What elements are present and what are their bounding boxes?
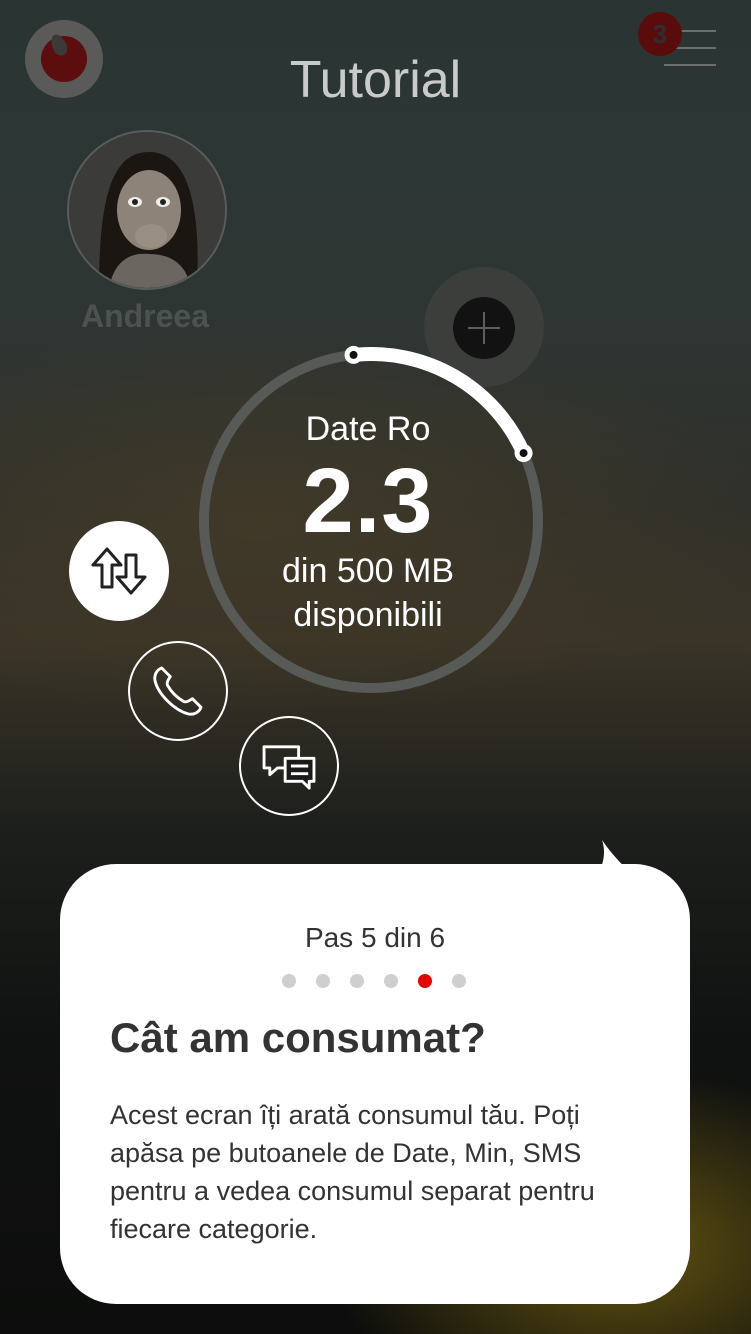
sms-button[interactable] [239,716,339,816]
tutorial-body: Acest ecran îți arată consumul tău. Poți… [110,1100,595,1244]
data-button[interactable] [69,521,169,621]
avatar[interactable] [67,130,227,290]
chat-bubbles-icon [262,745,316,790]
usage-readout: Date Ro 2.3 din 500 MB disponibili [195,405,541,637]
step-dot [418,974,432,988]
step-dots [282,974,472,990]
calls-button[interactable] [128,641,228,741]
gauge-arc-start-dot [349,350,358,359]
step-dot [282,974,296,988]
step-dot [384,974,398,988]
data-transfer-arrows-icon [91,547,147,595]
phone-icon [153,666,203,716]
step-indicator: Pas 5 din 6 [304,922,446,953]
notification-badge: 3 [638,12,682,56]
step-dot [316,974,330,988]
usage-value: 2.3 [302,450,434,552]
step-dot [452,974,466,988]
profile-name: Andreea [80,298,210,334]
page-title: Tutorial [289,51,462,109]
tutorial-card: Pas 5 din 6 Cât am consumat? Acest ecran… [60,864,690,1304]
usage-total: din 500 MB [282,552,454,590]
tutorial-heading: Cât am consumat? [110,1014,486,1061]
avatar-photo [69,132,225,288]
step-dot [350,974,364,988]
usage-label: Date Ro [305,410,431,448]
usage-available: disponibili [293,596,443,634]
